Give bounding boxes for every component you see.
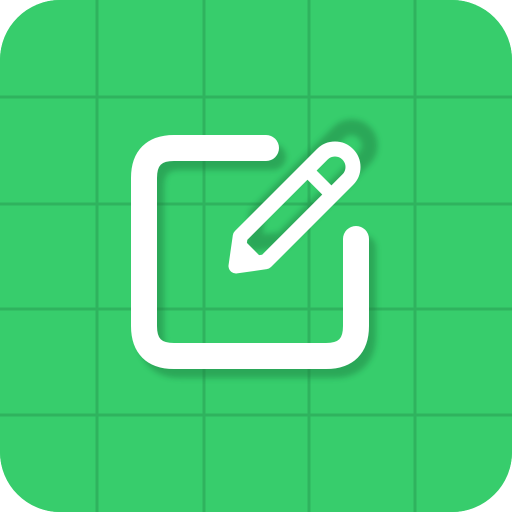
app-icon: [0, 0, 512, 512]
app-icon-graphic: [0, 0, 512, 512]
